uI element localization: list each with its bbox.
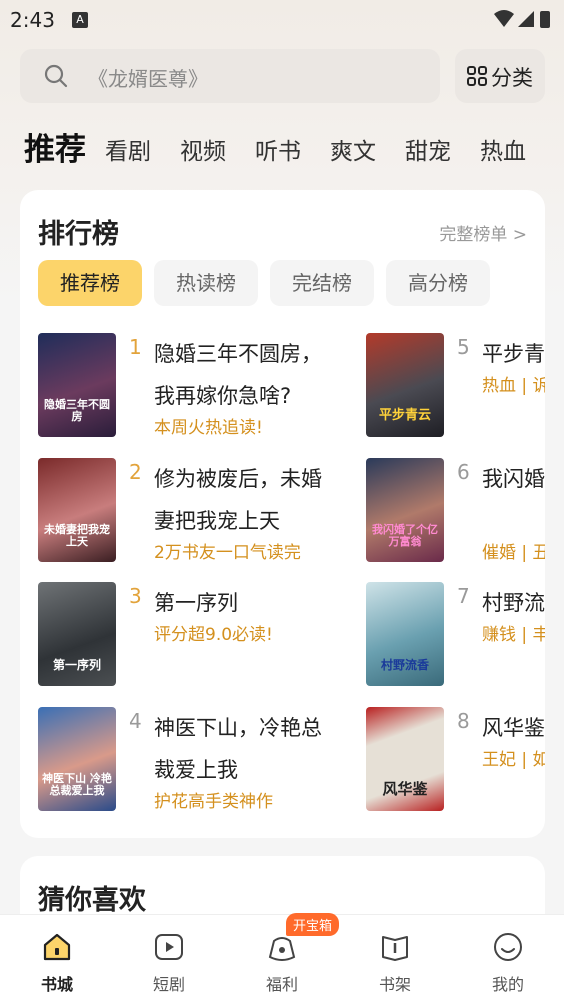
book-item[interactable]: 神医下山 冷艳总裁爱上我 4 神医下山，冷艳总裁爱上我 护花高手类神作	[38, 707, 368, 815]
cover-title: 第一序列	[52, 657, 101, 672]
pill-recommend[interactable]: 推荐榜	[38, 260, 142, 306]
book-cover: 神医下山 冷艳总裁爱上我	[38, 707, 116, 811]
home-icon	[43, 933, 71, 961]
channel-tabs: 推荐 看剧 视频 听书 爽文 甜宠 热血	[0, 120, 564, 170]
book-cover: 村野流香	[366, 582, 444, 686]
book-tag: 赚钱 | 丰	[482, 625, 545, 645]
cover-title: 未婚妻把我宠上天	[44, 522, 110, 548]
cover-title: 我闪婚了个亿万富翁	[372, 522, 438, 548]
play-icon	[155, 934, 183, 960]
tab-sweet-romance[interactable]: 甜宠	[405, 132, 451, 166]
book-tag: 2万书友一口气读完	[154, 543, 301, 563]
nav-label: 书城	[40, 975, 73, 994]
book-tag: 护花高手类神作	[154, 792, 273, 812]
book-cover: 平步青云	[366, 333, 444, 437]
book-cover: 第一序列	[38, 582, 116, 686]
pill-completed[interactable]: 完结榜	[270, 260, 374, 306]
cover-title: 风华鉴	[382, 779, 428, 798]
book-cover: 隐婚三年不圆房	[38, 333, 116, 437]
book-title: 隐婚三年不圆房，我再嫁你急啥?	[154, 342, 322, 408]
ranking-card: 排行榜 完整榜单 > 推荐榜 热读榜 完结榜 高分榜 隐婚三年不圆房 1 隐婚三…	[20, 190, 545, 838]
book-tag: 催婚 | 丑	[482, 543, 545, 563]
grid-icon	[467, 66, 487, 86]
book-cover: 未婚妻把我宠上天	[38, 458, 116, 562]
cover-title: 平步青云	[378, 407, 431, 423]
bottom-nav: 书城 短剧 福利 书架 我的 开宝箱	[0, 913, 564, 1003]
book-rank: 1	[129, 335, 142, 359]
book-rank: 6	[457, 460, 470, 484]
nav-profile[interactable]: 我的	[452, 915, 564, 1003]
book-title: 风华鉴	[482, 716, 545, 740]
tab-video[interactable]: 视频	[180, 132, 226, 166]
book-rank: 4	[129, 709, 142, 733]
smile-icon	[494, 933, 522, 961]
nav-bookstore[interactable]: 书城	[1, 915, 113, 1003]
book-rank: 8	[457, 709, 470, 733]
nav-label: 短剧	[152, 975, 185, 994]
book-rank: 2	[129, 460, 142, 484]
book-item[interactable]: 平步青云 5 平步青 热血 | 诉	[366, 333, 545, 441]
book-item[interactable]: 村野流香 7 村野流 赚钱 | 丰	[366, 582, 545, 690]
tab-cool-fiction[interactable]: 爽文	[330, 132, 376, 166]
book-tag: 热血 | 诉	[482, 376, 545, 396]
book-title: 我闪婚翁	[482, 467, 545, 491]
wifi-icon	[494, 10, 514, 27]
nav-short-drama[interactable]: 短剧	[113, 915, 225, 1003]
status-time: 2:43	[10, 8, 55, 32]
book-title: 平步青	[482, 342, 545, 366]
signal-icon	[518, 11, 534, 27]
full-ranking-link[interactable]: 完整榜单 >	[439, 220, 527, 245]
pill-high-score[interactable]: 高分榜	[386, 260, 490, 306]
status-bar: 2:43 A	[0, 0, 564, 38]
pill-hot-read[interactable]: 热读榜	[154, 260, 258, 306]
treasure-badge[interactable]: 开宝箱	[286, 913, 340, 936]
book-item[interactable]: 我闪婚了个亿万富翁 6 我闪婚翁 催婚 | 丑	[366, 458, 545, 566]
book-tag: 王妃 | 如	[482, 750, 545, 770]
book-title: 第一序列	[154, 591, 238, 615]
cover-title: 神医下山 冷艳总裁爱上我	[42, 771, 112, 797]
book-title: 神医下山，冷艳总裁爱上我	[154, 716, 322, 782]
search-placeholder: 《龙婿医尊》	[88, 67, 208, 91]
cover-title: 村野流香	[380, 657, 429, 672]
book-cover: 风华鉴	[366, 707, 444, 811]
tab-drama[interactable]: 看剧	[105, 132, 151, 166]
notification-icon: A	[72, 12, 88, 28]
guess-title: 猜你喜欢	[38, 885, 146, 916]
tab-recommend[interactable]: 推荐	[24, 124, 86, 169]
book-item[interactable]: 第一序列 3 第一序列 评分超9.0必读!	[38, 582, 368, 690]
book-title: 修为被废后，未婚妻把我宠上天	[154, 467, 322, 533]
ranking-title: 排行榜	[38, 219, 119, 250]
book-rank: 5	[457, 335, 470, 359]
bookshelf-icon	[382, 936, 408, 961]
search-bar[interactable]: 《龙婿医尊》	[20, 49, 440, 103]
tab-hot-blood[interactable]: 热血	[480, 132, 526, 166]
nav-bookshelf[interactable]: 书架	[339, 915, 451, 1003]
book-item[interactable]: 隐婚三年不圆房 1 隐婚三年不圆房，我再嫁你急啥? 本周火热追读!	[38, 333, 368, 441]
status-icons	[494, 10, 550, 28]
book-title: 村野流	[482, 591, 545, 615]
nav-label: 我的	[491, 975, 524, 994]
nav-label: 福利	[265, 975, 298, 994]
book-rank: 3	[129, 584, 142, 608]
nav-label: 书架	[378, 975, 411, 994]
tab-audiobook[interactable]: 听书	[255, 132, 301, 166]
book-tag: 本周火热追读!	[154, 418, 263, 438]
battery-icon	[540, 11, 550, 28]
book-item[interactable]: 未婚妻把我宠上天 2 修为被废后，未婚妻把我宠上天 2万书友一口气读完	[38, 458, 368, 566]
book-tag: 评分超9.0必读!	[154, 625, 273, 645]
cover-title: 隐婚三年不圆房	[44, 397, 110, 423]
book-item[interactable]: 风华鉴 8 风华鉴 王妃 | 如	[366, 707, 545, 815]
category-label: 分类	[491, 66, 533, 90]
search-icon	[44, 64, 68, 88]
book-rank: 7	[457, 584, 470, 608]
book-cover: 我闪婚了个亿万富翁	[366, 458, 444, 562]
category-button[interactable]: 分类	[455, 49, 545, 103]
